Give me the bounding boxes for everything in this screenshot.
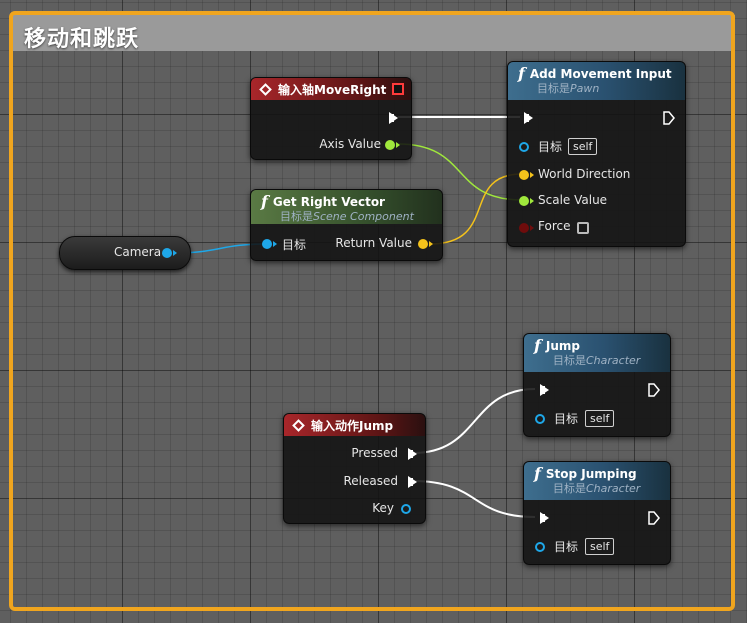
return-value-label: Return Value (335, 236, 412, 250)
stop-jumping-node[interactable]: f Stop Jumping 目标是Character 目标 self (523, 461, 671, 565)
function-icon: f (261, 192, 268, 211)
scale-value-pin[interactable] (519, 196, 534, 206)
subtitle-target: Pawn (570, 82, 600, 95)
subtitle-prefix: 目标是 (280, 210, 313, 223)
subtitle-target: Character (586, 354, 641, 367)
exec-in-pin[interactable] (540, 512, 549, 524)
add-movement-input-node[interactable]: f Add Movement Input 目标是Pawn 目标 self Worl… (507, 61, 686, 247)
node-title: Stop Jumping (545, 467, 637, 481)
jump-node[interactable]: f Jump 目标是Character 目标 self (523, 333, 671, 437)
target-self-field[interactable]: self (585, 410, 615, 427)
node-header: f Jump 目标是Character (524, 334, 670, 372)
key-label: Key (372, 501, 394, 515)
exec-wire-pressed (412, 388, 536, 454)
function-icon: f (534, 464, 541, 483)
node-title: Get Right Vector (272, 195, 385, 209)
function-icon: f (518, 64, 525, 83)
subtitle-prefix: 目标是 (537, 82, 570, 95)
released-exec-pin[interactable] (408, 476, 417, 488)
exec-in-pin[interactable] (540, 384, 549, 396)
node-title: 输入轴MoveRight (278, 83, 387, 97)
target-pin[interactable] (519, 142, 529, 152)
input-axis-moveright-node[interactable]: 输入轴MoveRight Axis Value (250, 77, 412, 160)
exec-in-pin[interactable] (524, 112, 533, 124)
subtitle-prefix: 目标是 (553, 354, 586, 367)
key-pin[interactable] (401, 504, 411, 514)
node-title: Add Movement Input (529, 67, 672, 81)
target-pin[interactable] (535, 414, 545, 424)
node-header: 输入动作Jump (284, 414, 425, 436)
subtitle-prefix: 目标是 (553, 482, 586, 495)
force-checkbox[interactable] (577, 222, 589, 234)
node-header: f Stop Jumping 目标是Character (524, 462, 670, 500)
function-icon: f (534, 336, 541, 355)
subtitle-target: Character (586, 482, 641, 495)
camera-variable-node[interactable]: Camera (59, 236, 191, 270)
get-right-vector-node[interactable]: f Get Right Vector 目标是Scene Component 目标 … (250, 189, 443, 261)
exec-out-pin[interactable] (389, 112, 398, 124)
world-direction-label: World Direction (538, 167, 631, 181)
return-value-pin[interactable] (418, 239, 433, 249)
node-header: 输入轴MoveRight (251, 78, 411, 100)
axis-value-pin[interactable] (385, 140, 400, 150)
target-label: 目标 (282, 238, 307, 252)
node-title: 输入动作Jump (311, 419, 394, 433)
input-action-jump-node[interactable]: 输入动作Jump Pressed Released Key (283, 413, 426, 524)
camera-label: Camera (114, 245, 162, 259)
axis-value-label: Axis Value (319, 137, 381, 151)
exec-out-pin[interactable] (648, 511, 660, 525)
world-direction-pin[interactable] (519, 170, 534, 180)
target-self-field[interactable]: self (568, 138, 598, 155)
exec-out-pin[interactable] (663, 111, 675, 125)
subtitle-target: Scene Component (313, 210, 414, 223)
force-label: Force (538, 219, 571, 233)
target-self-field[interactable]: self (585, 538, 615, 555)
force-pin[interactable] (519, 223, 534, 233)
pressed-exec-pin[interactable] (408, 448, 417, 460)
exec-out-pin[interactable] (648, 383, 660, 397)
released-label: Released (343, 474, 398, 488)
stop-icon (392, 83, 404, 95)
node-header: f Get Right Vector 目标是Scene Component (251, 190, 442, 224)
target-label: 目标 (554, 540, 579, 554)
target-label: 目标 (554, 412, 579, 426)
target-label: 目标 (538, 140, 563, 154)
event-diamond-icon (292, 419, 305, 432)
exec-wire-released (412, 480, 536, 518)
target-pin[interactable] (262, 239, 277, 249)
pressed-label: Pressed (351, 446, 398, 460)
target-pin[interactable] (535, 542, 545, 552)
scale-value-label: Scale Value (538, 193, 608, 207)
node-title: Jump (545, 339, 580, 353)
node-header: f Add Movement Input 目标是Pawn (508, 62, 685, 100)
camera-output-pin[interactable] (162, 248, 177, 258)
event-diamond-icon (259, 83, 272, 96)
